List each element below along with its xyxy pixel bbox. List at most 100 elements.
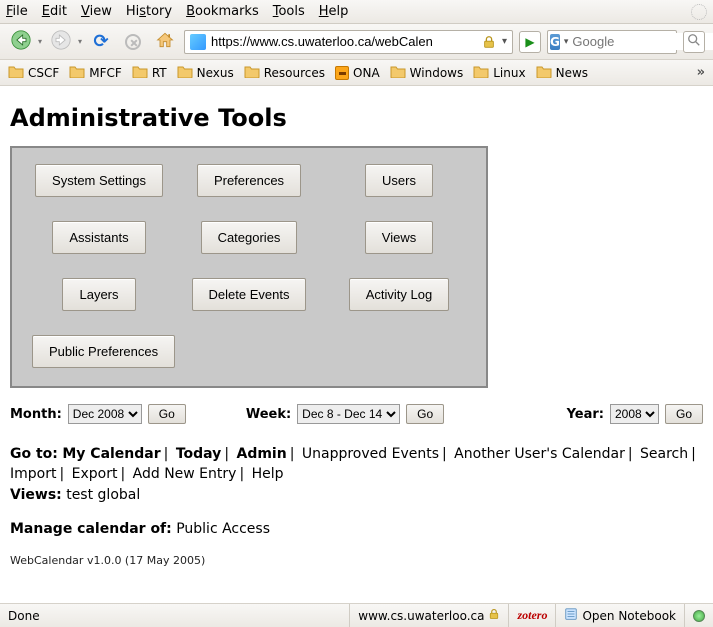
folder-icon	[177, 64, 193, 81]
views-button[interactable]: Views	[365, 221, 433, 254]
bookmark-linux[interactable]: Linux	[473, 64, 525, 81]
menu-bookmarks[interactable]: Bookmarks	[186, 4, 259, 19]
reload-button[interactable]: ⟳	[88, 29, 114, 55]
categories-button[interactable]: Categories	[201, 221, 298, 254]
forward-history-dropdown[interactable]: ▾	[78, 37, 82, 46]
go-button[interactable]: ▶	[519, 31, 541, 53]
link-import[interactable]: Import	[10, 466, 56, 482]
views-label: Views:	[10, 487, 62, 503]
search-bar[interactable]: G ▾	[547, 30, 677, 54]
users-button[interactable]: Users	[365, 164, 433, 197]
month-label: Month:	[10, 407, 62, 422]
public-preferences-button[interactable]: Public Preferences	[32, 335, 175, 368]
bookmark-label: Windows	[410, 66, 464, 80]
week-go-button[interactable]: Go	[406, 404, 444, 424]
system-settings-button[interactable]: System Settings	[35, 164, 163, 197]
navigation-toolbar: ▾ ▾ ⟳ ▾ ▶ G ▾	[0, 24, 713, 60]
folder-icon	[244, 64, 260, 81]
zotero-button[interactable]: zotero	[508, 604, 555, 627]
page-title: Administrative Tools	[10, 104, 703, 132]
back-button[interactable]	[8, 29, 34, 55]
folder-icon	[390, 64, 406, 81]
menu-tools[interactable]: Tools	[273, 4, 305, 19]
bookmarks-toolbar: CSCF MFCF RT Nexus Resources ONA Windows…	[0, 60, 713, 86]
year-select[interactable]: 2008	[610, 404, 659, 424]
assistants-button[interactable]: Assistants	[52, 221, 145, 254]
url-input[interactable]	[209, 33, 479, 50]
arrow-right-icon	[51, 30, 71, 54]
goto-label: Go to:	[10, 446, 58, 462]
search-engine-icon[interactable]: G	[550, 34, 560, 50]
site-favicon-icon	[190, 34, 206, 50]
month-select[interactable]: Dec 2008	[68, 404, 142, 424]
home-icon	[155, 30, 175, 54]
page-content: Administrative Tools System Settings Pre…	[0, 86, 713, 603]
lock-icon	[488, 608, 500, 623]
folder-icon	[473, 64, 489, 81]
status-bar: Done www.cs.uwaterloo.ca zotero Open Not…	[0, 603, 713, 627]
status-led[interactable]	[684, 604, 713, 627]
link-unapproved-events[interactable]: Unapproved Events	[302, 446, 439, 462]
month-go-button[interactable]: Go	[148, 404, 186, 424]
bookmark-windows[interactable]: Windows	[390, 64, 464, 81]
link-export[interactable]: Export	[72, 466, 118, 482]
home-button[interactable]	[152, 29, 178, 55]
menu-view[interactable]: View	[81, 4, 112, 19]
url-history-dropdown[interactable]: ▾	[499, 36, 510, 47]
search-engine-dropdown[interactable]: ▾	[562, 37, 571, 47]
bookmarks-overflow-button[interactable]: »	[697, 65, 705, 80]
stop-icon	[125, 34, 141, 50]
back-history-dropdown[interactable]: ▾	[38, 37, 42, 46]
play-icon: ▶	[525, 35, 534, 49]
date-navigation: Month: Dec 2008 Go Week: Dec 8 - Dec 14 …	[10, 404, 703, 424]
bookmark-rt[interactable]: RT	[132, 64, 167, 81]
bookmark-nexus[interactable]: Nexus	[177, 64, 234, 81]
bookmark-ona[interactable]: ONA	[335, 66, 380, 80]
activity-log-button[interactable]: Activity Log	[349, 278, 449, 311]
link-help[interactable]: Help	[252, 466, 284, 482]
link-another-users-calendar[interactable]: Another User's Calendar	[454, 446, 625, 462]
bookmark-label: MFCF	[89, 66, 122, 80]
status-text: Done	[0, 604, 349, 627]
bookmark-resources[interactable]: Resources	[244, 64, 325, 81]
menu-history[interactable]: History	[126, 4, 172, 19]
menu-edit[interactable]: Edit	[42, 4, 67, 19]
version-text: WebCalendar v1.0.0 (17 May 2005)	[10, 553, 703, 569]
folder-icon	[8, 64, 24, 81]
folder-icon	[132, 64, 148, 81]
link-today[interactable]: Today	[176, 446, 221, 462]
admin-tools-panel: System Settings Preferences Users Assist…	[10, 146, 488, 388]
link-my-calendar[interactable]: My Calendar	[62, 446, 160, 462]
menubar: File Edit View History Bookmarks Tools H…	[0, 0, 713, 24]
delete-events-button[interactable]: Delete Events	[192, 278, 307, 311]
week-label: Week:	[246, 407, 291, 422]
folder-icon	[536, 64, 552, 81]
bookmark-label: RT	[152, 66, 167, 80]
search-submit-button[interactable]	[683, 31, 705, 53]
url-bar[interactable]: ▾	[184, 30, 513, 54]
ona-icon	[335, 66, 349, 80]
lock-icon	[482, 35, 496, 49]
menu-help[interactable]: Help	[319, 4, 349, 19]
layers-button[interactable]: Layers	[62, 278, 135, 311]
forward-button[interactable]	[48, 29, 74, 55]
preferences-button[interactable]: Preferences	[197, 164, 301, 197]
bookmark-cscf[interactable]: CSCF	[8, 64, 59, 81]
week-select[interactable]: Dec 8 - Dec 14	[297, 404, 400, 424]
throbber-icon	[691, 4, 707, 20]
bookmark-label: ONA	[353, 66, 380, 80]
link-add-new-entry[interactable]: Add New Entry	[133, 466, 237, 482]
bookmark-label: News	[556, 66, 588, 80]
link-admin[interactable]: Admin	[236, 446, 286, 462]
open-notebook-button[interactable]: Open Notebook	[555, 604, 684, 627]
folder-icon	[69, 64, 85, 81]
bookmark-label: Nexus	[197, 66, 234, 80]
link-search[interactable]: Search	[640, 446, 688, 462]
reload-icon: ⟳	[93, 31, 108, 52]
menu-file[interactable]: File	[6, 4, 28, 19]
stop-button[interactable]	[120, 29, 146, 55]
bookmark-mfcf[interactable]: MFCF	[69, 64, 122, 81]
bookmark-news[interactable]: News	[536, 64, 588, 81]
year-go-button[interactable]: Go	[665, 404, 703, 424]
bookmark-label: CSCF	[28, 66, 59, 80]
